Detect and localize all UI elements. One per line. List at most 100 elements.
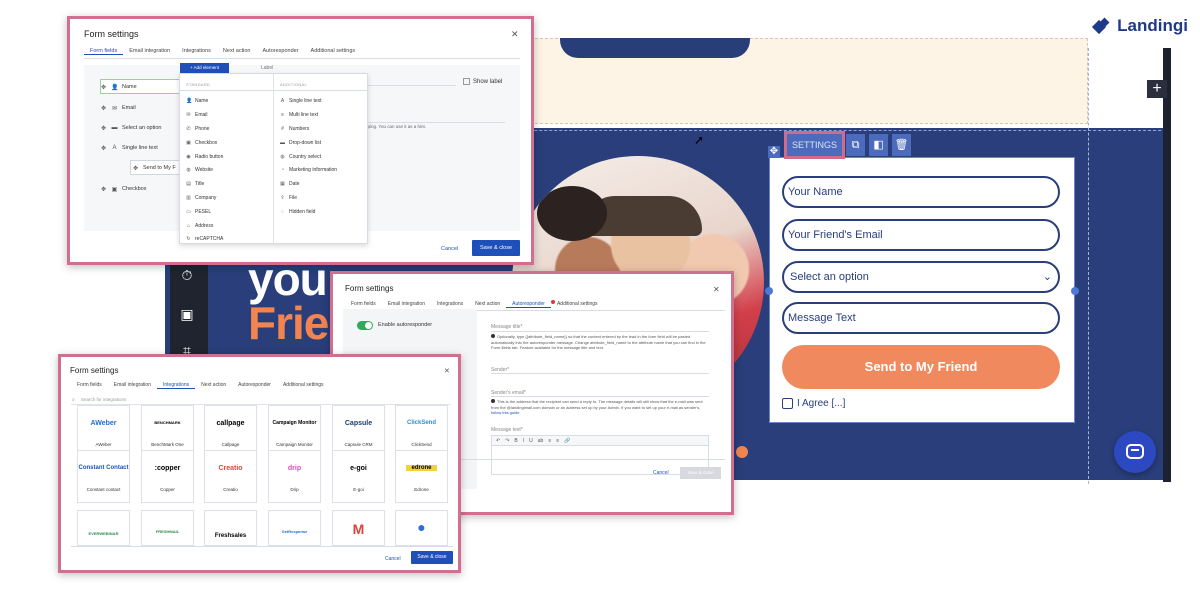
tab-email-integration[interactable]: Email integration [108,382,157,389]
guide-link[interactable]: follow this guide [491,410,519,415]
tab-next-action[interactable]: Next action [195,382,232,389]
friend-email-input[interactable]: Your Friend's Email [782,219,1060,251]
option-select[interactable]: Select an option ⌄ [782,261,1060,293]
dropdown-item-name[interactable]: 👤 Name [186,98,208,104]
integration-tile-copper[interactable]: :copper Copper [141,450,194,503]
drag-icon[interactable]: ✥ [132,165,139,172]
settings-button[interactable]: SETTINGS [783,131,846,159]
add-element-button[interactable]: + Add element [180,63,229,73]
message-input[interactable]: Message Text [782,302,1060,334]
drag-icon[interactable]: ✥ [100,145,107,152]
dropdown-item-file[interactable]: ⇪ File [280,195,297,201]
autoresponder-toggle[interactable] [357,321,373,330]
agree-row[interactable]: I Agree [...] [782,398,845,409]
strikethrough-icon[interactable]: ab [538,438,544,444]
dropdown-item-single-line[interactable]: A Single line text [280,98,322,104]
send-button[interactable]: Send to My Friend [782,345,1060,389]
dropdown-item-numbers[interactable]: # Numbers [280,126,309,132]
italic-icon[interactable]: I [523,438,524,444]
name-input[interactable]: Your Name [782,176,1060,208]
cancel-button[interactable]: Cancel [441,246,458,252]
tab-form-fields[interactable]: Form fields [345,301,382,308]
link-icon[interactable]: 🔗 [564,438,570,444]
save-close-button[interactable]: Save & close [472,240,520,256]
field-row-select[interactable]: ✥ ▬ Select an option [100,121,161,135]
redo-icon[interactable]: ↷ [505,438,509,444]
sender-input[interactable] [491,373,709,374]
sender-email-input[interactable] [491,396,709,397]
duplicate-icon[interactable]: ⧉ [846,134,866,156]
dropdown-item-hidden[interactable]: ◌ Hidden field [280,209,315,215]
dropdown-item-dropdown-list[interactable]: ▬ Drop-down list [280,140,321,146]
integration-tile-creatio[interactable]: Creatio Creatio [204,450,257,503]
drag-icon[interactable]: ✥ [100,125,107,132]
underline-icon[interactable]: U [529,438,533,444]
agree-checkbox[interactable] [782,398,793,409]
dropdown-item-email[interactable]: ✉ Email [186,112,207,118]
dropdown-item-radio[interactable]: ◉ Radio button [186,154,223,160]
dropdown-item-date[interactable]: ▦ Date [280,181,299,187]
field-row-name[interactable]: ✥ 👤 Name [100,80,137,94]
ordered-list-icon[interactable]: ≡ [548,438,551,444]
cancel-button[interactable]: Cancel [385,556,401,562]
show-label-toggle[interactable]: Show label [463,78,502,85]
tab-autoresponder[interactable]: Autoresponder [506,301,551,308]
field-row-text[interactable]: ✥ A Single line text [100,141,158,155]
trash-icon[interactable]: 🗑 [892,134,912,156]
dropdown-item-website[interactable]: ◍ Website [186,167,213,173]
tab-email-integration[interactable]: Email integration [123,48,176,55]
integration-tile-drip[interactable]: drip Drip [268,450,321,503]
bold-icon[interactable]: B [514,438,517,444]
resize-handle-left[interactable] [765,287,773,295]
integration-tile-egoi[interactable]: e-goi E-goi [332,450,385,503]
tab-autoresponder[interactable]: Autoresponder [256,48,304,55]
dropdown-item-company[interactable]: ▥ Company [186,195,216,201]
dropdown-item-address[interactable]: ⌂ Address [186,223,213,229]
field-row-button[interactable]: ✥ Send to My F [132,161,176,175]
message-text-editor[interactable]: ↶ ↷ B I U ab ≡ ≡ 🔗 [491,435,709,475]
image-icon[interactable]: ▣ [178,305,196,323]
message-title-input[interactable] [491,331,709,332]
chat-button[interactable] [1114,431,1156,473]
dropdown-item-country[interactable]: ◍ Country select [280,154,321,160]
move-handle-icon[interactable]: ✥ [768,146,780,158]
bullet-list-icon[interactable]: ≡ [556,438,559,444]
dropdown-item-marketing[interactable]: ◔ Marketing information [280,167,337,173]
integrations-search-input[interactable]: ⌕ Search for integrations [71,395,451,405]
tab-integrations[interactable]: Integrations [176,48,217,55]
layer-icon[interactable]: ◧ [869,134,889,156]
tab-next-action[interactable]: Next action [217,48,257,55]
tab-additional-settings[interactable]: Additional settings [305,48,362,55]
drag-icon[interactable]: ✥ [100,186,107,193]
save-close-button-disabled[interactable]: Save & close [680,467,721,479]
cancel-button[interactable]: Cancel [653,470,669,476]
integration-tile-everwebinar[interactable]: EVERWEBINAR [77,510,130,546]
tab-form-fields[interactable]: Form fields [71,382,108,389]
show-label-checkbox[interactable] [463,78,470,85]
dropdown-item-checkbox[interactable]: ▣ Checkbox [186,140,217,146]
tab-additional-settings[interactable]: Additional settings [551,301,604,308]
integration-tile-freshsales[interactable]: Freshsales [204,510,257,546]
tab-email-integration[interactable]: Email integration [382,301,431,308]
integration-tile-user[interactable]: ● [395,510,448,546]
tab-integrations[interactable]: Integrations [431,301,469,308]
drag-icon[interactable]: ✥ [100,105,107,112]
save-close-button[interactable]: Save & close [411,551,453,564]
add-section-button[interactable]: + [1147,80,1167,98]
dropdown-item-recaptcha[interactable]: ↻ reCAPTCHA [186,236,223,242]
dropdown-item-multi-line[interactable]: ≡ Multi line text [280,112,318,118]
dropdown-item-phone[interactable]: ✆ Phone [186,126,209,132]
tab-integrations[interactable]: Integrations [156,382,196,389]
field-row-email[interactable]: ✥ ✉ Email [100,101,136,115]
close-icon[interactable]: ✕ [511,29,519,40]
tab-next-action[interactable]: Next action [469,301,506,308]
tab-autoresponder[interactable]: Autoresponder [232,382,277,389]
tab-form-fields[interactable]: Form fields [84,48,124,55]
resize-handle-right[interactable] [1071,287,1079,295]
undo-icon[interactable]: ↶ [496,438,500,444]
dropdown-item-title[interactable]: ▤ Title [186,181,204,187]
close-icon[interactable]: ✕ [444,367,450,375]
tab-additional-settings[interactable]: Additional settings [277,382,330,389]
integration-tile-gmail[interactable]: M [332,510,385,546]
integration-tile-constant-contact[interactable]: Constant Contact Constant contact [77,450,130,503]
